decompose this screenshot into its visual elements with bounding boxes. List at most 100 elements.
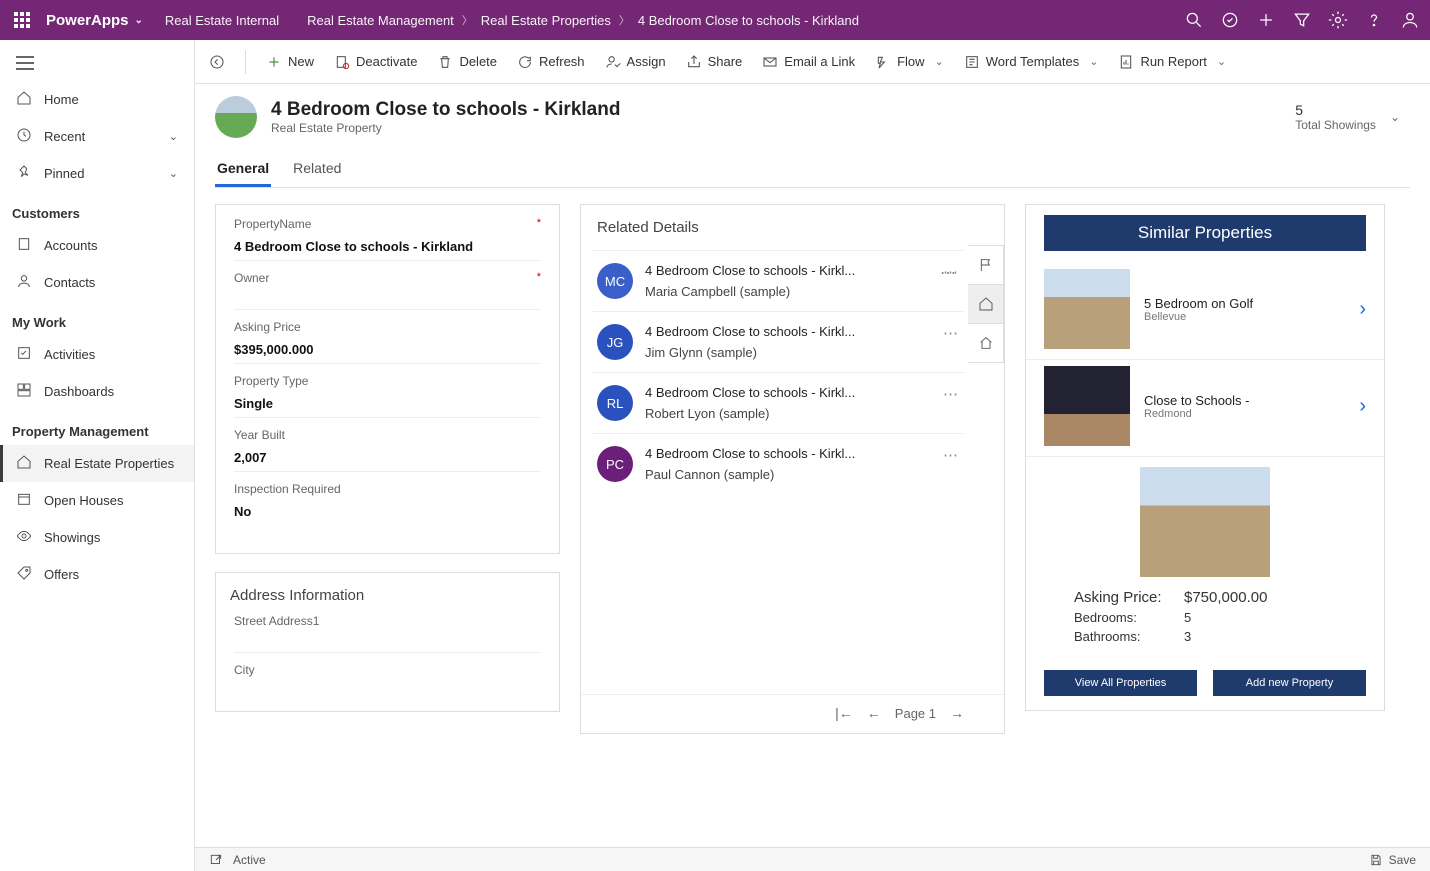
command-bar: New Deactivate Delete Refresh Assign Sha… [195, 40, 1430, 84]
field-propertytype[interactable]: Property Type Single [234, 374, 541, 418]
search-icon[interactable] [1184, 10, 1204, 30]
avatar: MC [597, 263, 633, 299]
flow-button[interactable]: Flow [875, 54, 944, 70]
user-icon[interactable] [1400, 10, 1420, 30]
task-icon[interactable] [1220, 10, 1240, 30]
help-icon[interactable] [1364, 10, 1384, 30]
dashboard-icon [16, 382, 32, 401]
hamburger-icon[interactable] [0, 48, 194, 81]
sidebar-item-offers[interactable]: Offers [0, 556, 194, 593]
add-new-button[interactable]: Add new Property [1213, 670, 1366, 696]
filter-icon[interactable] [1292, 10, 1312, 30]
status-label: Active [233, 853, 266, 867]
more-icon[interactable]: ⋯ [943, 324, 960, 360]
pin-icon [16, 164, 32, 183]
home-icon [16, 90, 32, 109]
word-templates-button[interactable]: Word Templates [964, 54, 1099, 70]
related-item[interactable]: RL4 Bedroom Close to schools - Kirkl...R… [593, 372, 964, 433]
first-page-icon[interactable]: |← [835, 705, 853, 721]
field-askingprice[interactable]: Asking Price $395,000.000 [234, 320, 541, 364]
sidebar-item-showings[interactable]: Showings [0, 519, 194, 556]
new-button[interactable]: New [266, 54, 314, 70]
sidebar-item-openhouses[interactable]: Open Houses [0, 482, 194, 519]
related-subtitle: Robert Lyon (sample) [645, 400, 931, 421]
sidebar-item-accounts[interactable]: Accounts [0, 227, 194, 264]
tab-related[interactable]: Related [291, 152, 343, 187]
sidebar-item-properties[interactable]: Real Estate Properties [0, 445, 194, 482]
breadcrumb-item[interactable]: 4 Bedroom Close to schools - Kirkland [638, 13, 859, 28]
sidebar-item-home[interactable]: Home [0, 81, 194, 118]
clock-icon [16, 127, 32, 146]
similar-card: Similar Properties 5 Bedroom on Golf Bel… [1025, 204, 1385, 711]
related-title-text: 4 Bedroom Close to schools - Kirkl... [645, 263, 931, 278]
related-item[interactable]: MC 4 Bedroom Close to schools - Kirkl...M… [593, 250, 964, 311]
related-tab-flag[interactable] [968, 245, 1004, 285]
sidebar-item-contacts[interactable]: Contacts [0, 264, 194, 301]
next-page-icon[interactable]: → [950, 705, 964, 721]
field-street[interactable]: Street Address1 [234, 614, 541, 653]
breadcrumb-item[interactable]: Real Estate Properties [481, 13, 611, 28]
popout-icon[interactable] [209, 853, 223, 867]
sidebar-item-dashboards[interactable]: Dashboards [0, 373, 194, 410]
form-tabs: General Related [215, 152, 1410, 188]
email-link-button[interactable]: Email a Link [762, 54, 855, 70]
similar-item[interactable]: Close to Schools - Redmond › [1026, 360, 1384, 457]
related-title-text: 4 Bedroom Close to schools - Kirkl... [645, 446, 931, 461]
environment-name[interactable]: Real Estate Internal [165, 13, 279, 28]
sidebar-item-label: Offers [44, 567, 79, 582]
field-owner[interactable]: Owner* [234, 271, 541, 310]
checklist-icon [16, 345, 32, 364]
brand-label: PowerApps [46, 12, 129, 29]
refresh-button[interactable]: Refresh [517, 54, 585, 70]
prev-page-icon[interactable]: ← [867, 705, 881, 721]
field-yearbuilt[interactable]: Year Built 2,007 [234, 428, 541, 472]
avatar: JG [597, 324, 633, 360]
field-propertyname[interactable]: PropertyName* 4 Bedroom Close to schools… [234, 217, 541, 261]
pager: |← ← Page 1 → [581, 694, 1004, 733]
related-subtitle: Jim Glynn (sample) [645, 339, 931, 360]
assign-button[interactable]: Assign [605, 54, 666, 70]
sidebar-item-pinned[interactable]: Pinned ⌄ [0, 155, 194, 192]
sidebar-item-activities[interactable]: Activities [0, 336, 194, 373]
calendar-icon [16, 491, 32, 510]
view-all-button[interactable]: View All Properties [1044, 670, 1197, 696]
property-thumbnail [1044, 366, 1130, 446]
add-icon[interactable] [1256, 10, 1276, 30]
similar-item[interactable]: 5 Bedroom on Golf Bellevue › [1026, 263, 1384, 360]
gear-icon[interactable] [1328, 10, 1348, 30]
related-tab-property[interactable] [968, 284, 1004, 324]
more-icon[interactable]: ⋯ [943, 446, 960, 482]
chevron-right-icon: 〉 [462, 12, 473, 28]
record-image[interactable] [215, 96, 257, 138]
related-title-text: 4 Bedroom Close to schools - Kirkl... [645, 324, 931, 339]
more-icon[interactable]: ⋯ [943, 385, 960, 421]
building-icon [16, 236, 32, 255]
chevron-down-icon[interactable]: ⌄ [1390, 110, 1400, 124]
avatar: RL [597, 385, 633, 421]
related-tab-home[interactable] [968, 323, 1004, 363]
sidebar-item-recent[interactable]: Recent ⌄ [0, 118, 194, 155]
more-icon[interactable]: ⋯ [943, 263, 960, 299]
related-item[interactable]: JG 4 Bedroom Close to schools - Kirkl...J… [593, 311, 964, 372]
chevron-down-icon: ⌄ [169, 130, 178, 143]
share-button[interactable]: Share [686, 54, 743, 70]
breadcrumb-item[interactable]: Real Estate Management [307, 13, 454, 28]
chevron-right-icon: › [1359, 298, 1366, 321]
sidebar-item-label: Real Estate Properties [44, 456, 174, 471]
sidebar: Home Recent ⌄ Pinned ⌄ Customers Account… [0, 40, 195, 871]
field-inspection[interactable]: Inspection Required No [234, 482, 541, 525]
deactivate-button[interactable]: Deactivate [334, 54, 417, 70]
related-card: Related Details ⋯ MC4 Bedroom Close to s… [580, 204, 1005, 734]
brand-switcher[interactable]: PowerApps ⌄ [46, 12, 143, 29]
related-item[interactable]: PC4 Bedroom Close to schools - Kirkl...P… [593, 433, 964, 494]
waffle-icon[interactable] [10, 8, 34, 32]
field-city[interactable]: City [234, 663, 541, 683]
back-button[interactable] [209, 54, 225, 70]
related-subtitle: Maria Campbell (sample) [645, 278, 931, 299]
save-button[interactable]: Save [1369, 853, 1416, 867]
header-metric: 5 Total Showings [1295, 102, 1376, 132]
run-report-button[interactable]: Run Report [1118, 54, 1226, 70]
delete-button[interactable]: Delete [437, 54, 497, 70]
property-thumbnail [1044, 269, 1130, 349]
tab-general[interactable]: General [215, 152, 271, 187]
